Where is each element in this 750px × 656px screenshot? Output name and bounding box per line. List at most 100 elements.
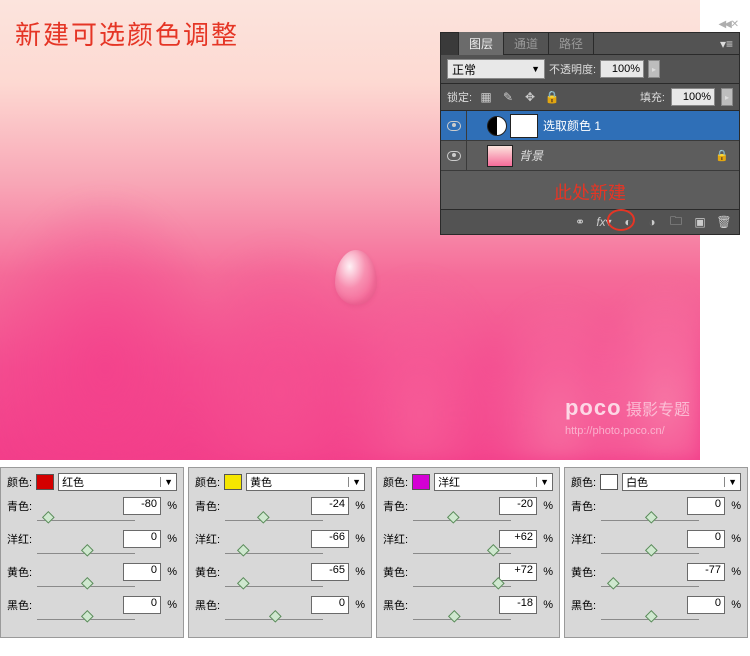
yellow-slider[interactable] xyxy=(225,582,323,592)
percent-label: % xyxy=(161,500,177,512)
magenta-input[interactable]: 0 xyxy=(123,530,161,548)
tab-paths[interactable]: 路径 xyxy=(549,32,594,55)
selective-color-panel: 颜色: 白色 ▼ 青色: 0 % 洋红: 0 % xyxy=(564,467,748,638)
slider-label-magenta: 洋红: xyxy=(571,531,601,547)
cyan-input[interactable]: 0 xyxy=(687,497,725,515)
panel-footer: ⚭ fx▾ ◐ ◑ 🗀 ▣ 🗑 xyxy=(441,209,739,234)
chevron-down-icon: ▼ xyxy=(348,477,361,487)
annotation-text: 此处新建 xyxy=(441,171,739,209)
magenta-slider[interactable] xyxy=(225,549,323,559)
layer-row-adjustment[interactable]: 选取颜色 1 xyxy=(441,111,739,141)
selective-color-panels: 颜色: 红色 ▼ 青色: -80 % 洋红: 0 % xyxy=(0,467,750,638)
link-layers-icon[interactable]: ⚭ xyxy=(569,213,591,231)
tab-layers[interactable]: 图层 xyxy=(459,32,504,55)
watermark-sub: 摄影专题 xyxy=(626,402,690,419)
adjustment-layer-icon[interactable]: ◑ xyxy=(641,213,663,231)
percent-label: % xyxy=(349,599,365,611)
black-slider[interactable] xyxy=(601,615,699,625)
yellow-slider[interactable] xyxy=(37,582,135,592)
layer-row-background[interactable]: 背景 🔒 xyxy=(441,141,739,171)
cyan-slider[interactable] xyxy=(601,516,699,526)
black-input[interactable]: 0 xyxy=(687,596,725,614)
watermark: poco 摄影专题 http://photo.poco.cn/ xyxy=(565,395,690,439)
percent-label: % xyxy=(725,500,741,512)
lock-pixels-icon[interactable]: ✎ xyxy=(500,89,516,105)
lock-position-icon[interactable]: ✥ xyxy=(522,89,538,105)
yellow-input[interactable]: -77 xyxy=(687,563,725,581)
visibility-toggle[interactable] xyxy=(441,141,467,170)
black-input[interactable]: 0 xyxy=(311,596,349,614)
fill-input[interactable]: 100% xyxy=(671,88,715,106)
tutorial-title: 新建可选颜色调整 xyxy=(15,15,239,52)
slider-label-black: 黑色: xyxy=(7,597,37,613)
percent-label: % xyxy=(161,533,177,545)
yellow-slider[interactable] xyxy=(413,582,511,592)
black-slider[interactable] xyxy=(37,615,135,625)
magenta-input[interactable]: 0 xyxy=(687,530,725,548)
color-dropdown[interactable]: 黄色 ▼ xyxy=(246,473,365,491)
color-dropdown[interactable]: 红色 ▼ xyxy=(58,473,177,491)
cyan-slider[interactable] xyxy=(37,516,135,526)
percent-label: % xyxy=(349,533,365,545)
slider-label-cyan: 青色: xyxy=(571,498,601,514)
yellow-input[interactable]: -65 xyxy=(311,563,349,581)
magenta-input[interactable]: +62 xyxy=(499,530,537,548)
magenta-slider[interactable] xyxy=(413,549,511,559)
opacity-input[interactable]: 100% xyxy=(600,60,644,78)
layer-name: 选取颜色 1 xyxy=(543,117,601,134)
yellow-input[interactable]: 0 xyxy=(123,563,161,581)
cyan-input[interactable]: -20 xyxy=(499,497,537,515)
tab-channels[interactable]: 通道 xyxy=(504,32,549,55)
eye-icon xyxy=(447,151,461,161)
color-dropdown[interactable]: 洋红 ▼ xyxy=(434,473,553,491)
slider-label-cyan: 青色: xyxy=(383,498,413,514)
cyan-slider[interactable] xyxy=(225,516,323,526)
chevron-down-icon: ▼ xyxy=(531,64,540,74)
yellow-input[interactable]: +72 xyxy=(499,563,537,581)
slider-label-magenta: 洋红: xyxy=(195,531,225,547)
mask-thumb xyxy=(511,115,537,137)
lock-all-icon[interactable]: 🔒 xyxy=(544,89,560,105)
black-input[interactable]: -18 xyxy=(499,596,537,614)
lock-transparent-icon[interactable]: ▦ xyxy=(478,89,494,105)
visibility-toggle[interactable] xyxy=(441,111,467,140)
panel-menu-icon[interactable]: ▾≡ xyxy=(714,35,739,53)
black-input[interactable]: 0 xyxy=(123,596,161,614)
panel-collapse-icon[interactable]: ◀◀ ✕ xyxy=(718,19,737,30)
cyan-input[interactable]: -24 xyxy=(311,497,349,515)
fill-label: 填充: xyxy=(640,89,665,105)
magenta-slider[interactable] xyxy=(601,549,699,559)
slider-label-magenta: 洋红: xyxy=(383,531,413,547)
color-swatch xyxy=(412,474,430,490)
percent-label: % xyxy=(537,566,553,578)
new-layer-icon[interactable]: ▣ xyxy=(689,213,711,231)
watermark-logo: poco xyxy=(565,395,622,420)
watermark-url: http://photo.poco.cn/ xyxy=(565,425,665,437)
yellow-slider[interactable] xyxy=(601,582,699,592)
cyan-slider[interactable] xyxy=(413,516,511,526)
cyan-input[interactable]: -80 xyxy=(123,497,161,515)
slider-label-cyan: 青色: xyxy=(195,498,225,514)
magenta-slider[interactable] xyxy=(37,549,135,559)
black-slider[interactable] xyxy=(413,615,511,625)
magenta-input[interactable]: -66 xyxy=(311,530,349,548)
slider-label-yellow: 黄色: xyxy=(571,564,601,580)
opacity-label: 不透明度: xyxy=(549,61,596,77)
group-icon[interactable]: 🗀 xyxy=(665,213,687,231)
selective-color-panel: 颜色: 红色 ▼ 青色: -80 % 洋红: 0 % xyxy=(0,467,184,638)
percent-label: % xyxy=(725,566,741,578)
color-swatch xyxy=(36,474,54,490)
lock-label: 锁定: xyxy=(447,89,472,105)
slider-label-yellow: 黄色: xyxy=(7,564,37,580)
percent-label: % xyxy=(349,566,365,578)
color-dropdown[interactable]: 白色 ▼ xyxy=(622,473,741,491)
black-slider[interactable] xyxy=(225,615,323,625)
delete-layer-icon[interactable]: 🗑 xyxy=(713,213,735,231)
opacity-flyout-icon[interactable]: ▸ xyxy=(648,60,660,78)
color-swatch xyxy=(600,474,618,490)
percent-label: % xyxy=(349,500,365,512)
fill-flyout-icon[interactable]: ▸ xyxy=(721,88,733,106)
blend-mode-dropdown[interactable]: 正常 ▼ xyxy=(447,59,545,79)
layer-thumb xyxy=(487,145,513,167)
percent-label: % xyxy=(725,599,741,611)
